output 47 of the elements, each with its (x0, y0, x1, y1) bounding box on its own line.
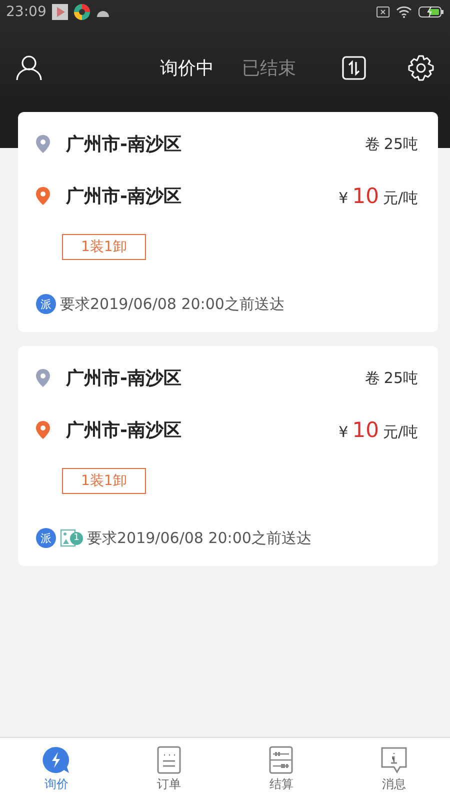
dispatch-badge: 派 (36, 294, 56, 314)
cargo-weight: 25吨 (384, 134, 418, 154)
destination-pin-icon (36, 187, 50, 205)
wifi-icon (396, 6, 412, 18)
nav-tab[interactable]: 询价 (0, 738, 112, 800)
sim-icon (376, 6, 390, 18)
info-bubble-icon (380, 746, 408, 774)
sort-icon[interactable] (342, 56, 366, 80)
battery-charging-icon (418, 6, 444, 18)
loading-tag: 1装1卸 (62, 468, 146, 494)
price-value: 10 (352, 184, 379, 208)
nav-tab[interactable]: 消息 (338, 738, 450, 800)
origin-city: 广州市-南沙区 (66, 133, 182, 156)
destination-city: 广州市-南沙区 (66, 185, 182, 208)
loading-tag: 1装1卸 (62, 234, 146, 260)
order-card[interactable]: 广州市-南沙区 卷 25吨 广州市-南沙区 ¥ 10 元/吨 1装1卸 派 1 要求2019/06/08 20:00之前送达 (18, 346, 438, 566)
origin-pin-icon (36, 369, 50, 387)
cargo-type: 卷 (364, 134, 380, 154)
abacus-icon (269, 746, 294, 774)
document-icon (156, 746, 181, 774)
origin-city: 广州市-南沙区 (66, 367, 182, 390)
photo-count-badge: 1 (70, 532, 83, 544)
user-icon[interactable] (16, 55, 42, 81)
cargo-type: 卷 (364, 368, 380, 388)
price-unit: 元/吨 (382, 189, 418, 208)
price-unit: 元/吨 (382, 423, 418, 442)
status-time: 23:09 (6, 4, 46, 20)
delivery-deadline: 要求2019/06/08 20:00之前送达 (60, 294, 284, 314)
destination-pin-icon (36, 421, 50, 439)
nav-tab[interactable]: 结算 (225, 738, 338, 800)
cargo-weight: 25吨 (384, 368, 418, 388)
price-value: 10 (352, 418, 379, 442)
settings-icon[interactable] (408, 55, 434, 81)
header-tab[interactable]: 已结束 (242, 56, 296, 80)
colorful-app-icon (74, 4, 90, 20)
lightning-bubble-icon (42, 746, 70, 774)
destination-city: 广州市-南沙区 (66, 419, 182, 442)
play-store-icon (52, 4, 68, 20)
delivery-deadline: 要求2019/06/08 20:00之前送达 (87, 528, 312, 548)
currency-symbol: ¥ (338, 189, 348, 207)
header-tab[interactable]: 询价中 (160, 56, 214, 80)
nav-tab[interactable]: 订单 (112, 738, 225, 800)
image-icon (60, 529, 76, 547)
dispatch-badge: 派 (36, 528, 56, 548)
origin-pin-icon (36, 135, 50, 153)
order-card[interactable]: 广州市-南沙区 卷 25吨 广州市-南沙区 ¥ 10 元/吨 1装1卸 派 要求2019/06/08 20:00之前送达 (18, 112, 438, 332)
currency-symbol: ¥ (338, 423, 348, 441)
